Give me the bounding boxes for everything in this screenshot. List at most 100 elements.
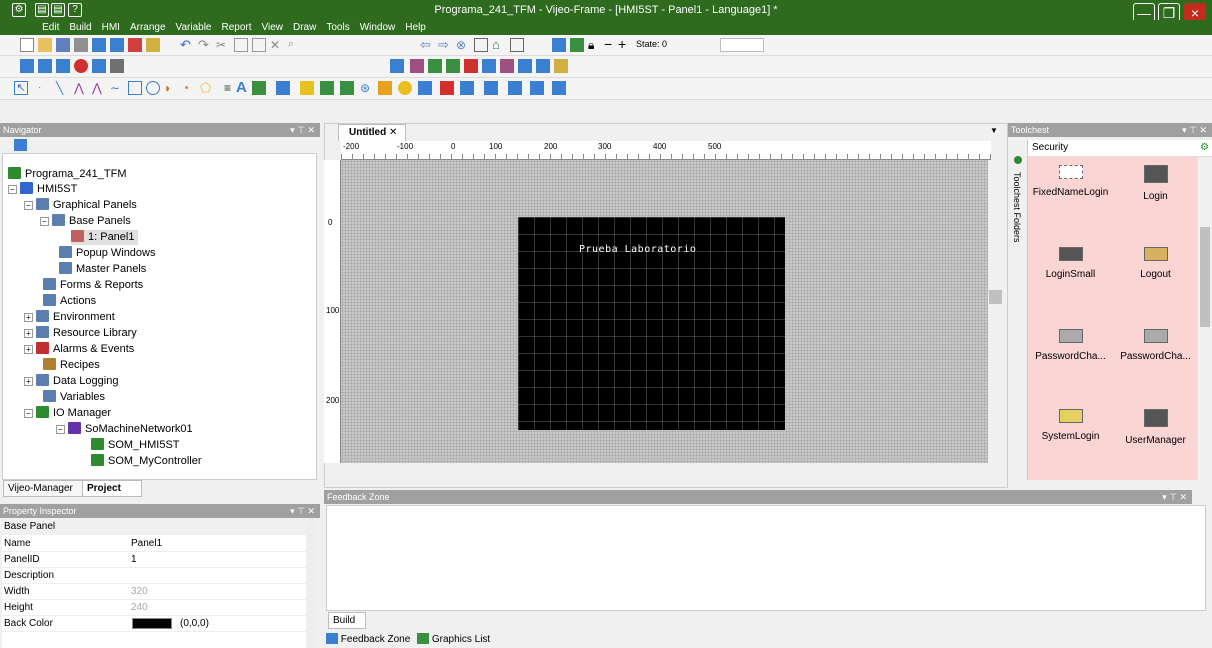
menu-file[interactable]: File bbox=[0, 20, 37, 35]
distribute-icon[interactable] bbox=[552, 81, 566, 95]
copy-icon[interactable] bbox=[234, 38, 248, 52]
tab-feedback-zone[interactable]: Feedback Zone bbox=[341, 634, 411, 645]
polygon-icon[interactable]: ⋀ bbox=[92, 81, 106, 95]
pie-icon[interactable]: ◔ bbox=[182, 81, 196, 95]
redo-icon[interactable]: ↷ bbox=[198, 38, 212, 52]
lamp-icon[interactable] bbox=[446, 59, 460, 73]
view-icon[interactable] bbox=[56, 59, 70, 73]
tab-vijeo-manager[interactable]: Vijeo-Manager bbox=[3, 480, 83, 497]
toolchest-item[interactable]: UserManager bbox=[1113, 409, 1198, 446]
property-row[interactable]: Height 240 bbox=[2, 600, 306, 616]
menu-report[interactable]: Report bbox=[216, 20, 256, 35]
tab-build[interactable]: Build bbox=[328, 612, 366, 629]
dot-icon[interactable]: · bbox=[38, 81, 52, 95]
tree-node[interactable]: Actions bbox=[43, 294, 96, 309]
log-icon[interactable] bbox=[518, 59, 532, 73]
recipe-icon[interactable] bbox=[482, 59, 496, 73]
navigator-tool-icon[interactable] bbox=[14, 139, 27, 151]
popup-icon[interactable] bbox=[38, 59, 52, 73]
menu-build[interactable]: Build bbox=[64, 20, 96, 35]
property-row[interactable]: Width 320 bbox=[2, 584, 306, 600]
gauge-icon[interactable] bbox=[398, 81, 412, 95]
select-pointer-icon[interactable]: ↖ bbox=[14, 81, 28, 95]
rectangle-icon[interactable] bbox=[128, 81, 142, 95]
lock-icon[interactable]: 🔒︎ bbox=[588, 38, 602, 52]
close-tab-icon[interactable]: ✕ bbox=[389, 127, 397, 138]
minus-icon[interactable]: − bbox=[604, 37, 618, 52]
find-icon[interactable]: ⌕ bbox=[288, 38, 302, 52]
plus-icon[interactable]: + bbox=[618, 37, 632, 52]
script-icon[interactable] bbox=[500, 59, 514, 73]
print-icon[interactable] bbox=[74, 38, 88, 52]
home-icon[interactable]: ⌂ bbox=[492, 38, 506, 52]
trend-icon[interactable] bbox=[460, 81, 474, 95]
toolchest-item[interactable]: PasswordCha... bbox=[1113, 329, 1198, 362]
tree-node[interactable]: + Alarms & Events bbox=[24, 342, 134, 357]
open-folder-icon[interactable] bbox=[38, 38, 52, 52]
tab-dropdown-icon[interactable]: ▼ bbox=[990, 126, 998, 135]
tree-node[interactable]: − Base Panels bbox=[40, 214, 131, 229]
tab-project[interactable]: Project bbox=[82, 480, 142, 497]
scroll-thumb[interactable] bbox=[1200, 227, 1210, 327]
switch-object-icon[interactable] bbox=[276, 81, 290, 95]
variable-icon[interactable] bbox=[410, 59, 424, 73]
toolchest-category[interactable]: Security ⚙ bbox=[1028, 140, 1212, 157]
record-icon[interactable] bbox=[74, 59, 88, 73]
tree-node[interactable]: Recipes bbox=[43, 358, 100, 373]
menu-arrange[interactable]: Arrange bbox=[125, 20, 171, 35]
property-row[interactable]: PanelID 1 bbox=[2, 552, 306, 568]
menu-hmi[interactable]: HMI bbox=[97, 20, 125, 35]
state-icon[interactable] bbox=[552, 38, 566, 52]
tree-node[interactable]: Variables bbox=[43, 390, 105, 405]
category-menu-icon[interactable]: ⚙ bbox=[1200, 140, 1209, 155]
meter-icon[interactable]: ⊛ bbox=[360, 81, 374, 95]
download-icon[interactable] bbox=[128, 38, 142, 52]
align-icon[interactable] bbox=[508, 81, 522, 95]
help-icon[interactable]: ? bbox=[68, 3, 82, 17]
io-icon[interactable] bbox=[536, 59, 550, 73]
tab-untitled[interactable]: Untitled ✕ bbox=[338, 124, 406, 141]
tree-node[interactable]: Forms & Reports bbox=[43, 278, 143, 293]
export-icon[interactable] bbox=[110, 38, 124, 52]
color-swatch[interactable] bbox=[132, 618, 172, 629]
tree-node[interactable]: + Resource Library bbox=[24, 326, 137, 341]
tree-node[interactable]: SOM_HMI5ST bbox=[91, 438, 180, 453]
alarm-object-icon[interactable] bbox=[440, 81, 454, 95]
menu-draw[interactable]: Draw bbox=[288, 20, 321, 35]
pane-controls[interactable]: ▾ ⊤ ✕ bbox=[290, 504, 315, 518]
polyline-icon[interactable]: ⋀ bbox=[74, 81, 88, 95]
lamp-object-icon[interactable] bbox=[300, 81, 314, 95]
paste-icon[interactable] bbox=[252, 38, 266, 52]
forward-icon[interactable]: ⇨ bbox=[438, 38, 452, 52]
delete-icon[interactable]: ✕ bbox=[270, 38, 284, 52]
menu-edit[interactable]: Edit bbox=[37, 20, 64, 35]
switch-icon[interactable] bbox=[428, 59, 442, 73]
table-icon[interactable] bbox=[390, 59, 404, 73]
pane-controls[interactable]: ▾ ⊤ ✕ bbox=[1182, 123, 1207, 137]
toolchest-item[interactable]: FixedNameLogin bbox=[1028, 165, 1113, 198]
pane-controls[interactable]: ▾ ⊤ ✕ bbox=[290, 123, 315, 137]
canvas-horizontal-scrollbar[interactable] bbox=[341, 463, 991, 478]
menu-variable[interactable]: Variable bbox=[171, 20, 217, 35]
refresh-icon[interactable] bbox=[474, 38, 488, 52]
tree-node[interactable]: − SoMachineNetwork01 bbox=[56, 422, 193, 437]
line-icon[interactable]: ╲ bbox=[56, 81, 70, 95]
stop-icon[interactable]: ⊗ bbox=[456, 38, 470, 52]
numeric-icon[interactable] bbox=[320, 81, 334, 95]
text-icon[interactable]: A bbox=[236, 80, 250, 95]
new-file-icon[interactable] bbox=[20, 38, 34, 52]
panel-icon[interactable] bbox=[20, 59, 34, 73]
tree-node[interactable]: Programa_241_TFM bbox=[8, 167, 127, 182]
menu-view[interactable]: View bbox=[257, 20, 289, 35]
tree-node[interactable]: − HMI5ST bbox=[8, 182, 77, 197]
panel-text[interactable]: Prueba Laboratorio bbox=[579, 244, 696, 255]
back-icon[interactable]: ⇦ bbox=[420, 38, 434, 52]
save-icon[interactable]: ▤ bbox=[35, 3, 49, 17]
tree-node[interactable]: − Graphical Panels bbox=[24, 198, 137, 213]
toolchest-scrollbar[interactable] bbox=[1198, 157, 1212, 480]
group-icon[interactable] bbox=[484, 81, 498, 95]
cut-icon[interactable]: ✂ bbox=[216, 38, 230, 52]
picture-object-icon[interactable] bbox=[340, 81, 354, 95]
build-icon[interactable] bbox=[554, 59, 568, 73]
tree-node[interactable]: Popup Windows bbox=[59, 246, 156, 261]
